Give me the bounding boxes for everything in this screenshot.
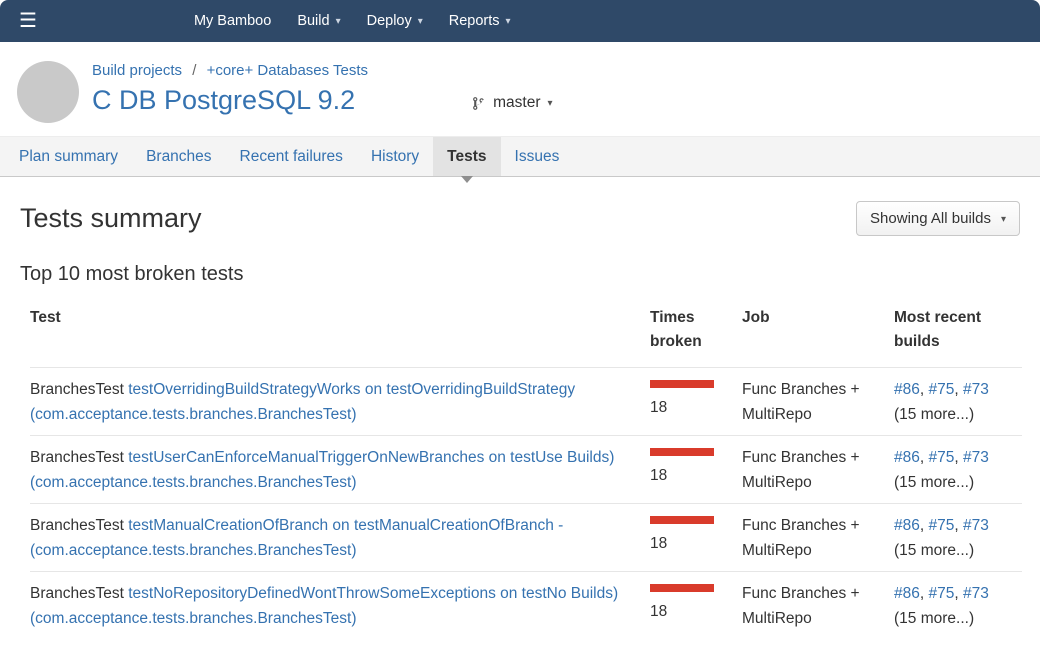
column-header-times-broken: Times broken <box>650 296 742 368</box>
breadcrumb-project-link[interactable]: Build projects <box>92 62 182 79</box>
job-name: Func Branches + MultiRepo <box>742 381 860 423</box>
broken-tests-subheading: Top 10 most broken tests <box>20 263 1020 286</box>
times-broken-count: 18 <box>650 603 667 620</box>
build-link[interactable]: #86 <box>894 585 920 602</box>
branch-name: master <box>493 94 540 112</box>
build-link[interactable]: #75 <box>929 381 955 398</box>
separator: , <box>954 585 963 602</box>
tab-recent-failures[interactable]: Recent failures <box>226 137 357 176</box>
breadcrumb-plan-link[interactable]: +core+ Databases Tests <box>207 62 368 79</box>
tab-label: Plan summary <box>19 148 118 166</box>
more-builds-link[interactable]: (15 more...) <box>894 606 1010 631</box>
job-name: Func Branches + MultiRepo <box>742 585 860 627</box>
times-broken-bar <box>650 584 714 592</box>
tab-history[interactable]: History <box>357 137 433 176</box>
nav-item-build[interactable]: Build ▾ <box>284 0 353 42</box>
separator: , <box>954 517 963 534</box>
tab-label: Recent failures <box>240 148 343 166</box>
main-content: Tests summary Showing All builds ▾ Top 1… <box>0 201 1040 639</box>
broken-tests-table: Test Times broken Job Most recent builds… <box>30 296 1022 639</box>
build-link[interactable]: #86 <box>894 381 920 398</box>
chevron-down-icon: ▾ <box>1001 215 1006 225</box>
build-link[interactable]: #73 <box>963 585 989 602</box>
plan-header-text: Build projects / +core+ Databases Tests … <box>92 61 553 123</box>
tab-label: History <box>371 148 419 166</box>
nav-item-deploy[interactable]: Deploy ▾ <box>354 0 436 42</box>
column-header-most-recent-builds: Most recent builds <box>894 296 1022 368</box>
separator: , <box>920 381 929 398</box>
nav-item-reports[interactable]: Reports ▾ <box>436 0 524 42</box>
chevron-down-icon: ▾ <box>506 17 511 27</box>
times-broken-bar <box>650 448 714 456</box>
build-link[interactable]: #86 <box>894 449 920 466</box>
tab-label: Tests <box>447 148 486 166</box>
tab-plan-summary[interactable]: Plan summary <box>5 137 132 176</box>
tab-tests[interactable]: Tests <box>433 137 500 176</box>
branch-selector[interactable]: master ▾ <box>473 94 552 112</box>
job-name: Func Branches + MultiRepo <box>742 517 860 559</box>
build-link[interactable]: #75 <box>929 585 955 602</box>
build-link[interactable]: #73 <box>963 449 989 466</box>
build-link[interactable]: #73 <box>963 517 989 534</box>
tab-label: Branches <box>146 148 211 166</box>
git-branch-icon <box>473 95 486 112</box>
breadcrumb: Build projects / +core+ Databases Tests <box>92 62 553 79</box>
table-header-row: Test Times broken Job Most recent builds <box>30 296 1022 368</box>
separator: , <box>954 381 963 398</box>
breadcrumb-separator: / <box>192 62 196 79</box>
summary-header-row: Tests summary Showing All builds ▾ <box>20 201 1020 236</box>
job-name: Func Branches + MultiRepo <box>742 449 860 491</box>
times-broken-bar <box>650 380 714 388</box>
plan-avatar <box>17 61 79 123</box>
build-link[interactable]: #75 <box>929 449 955 466</box>
tab-branches[interactable]: Branches <box>132 137 225 176</box>
column-header-job: Job <box>742 296 894 368</box>
chevron-down-icon: ▾ <box>418 17 423 27</box>
bamboo-page: ☰ My Bamboo Build ▾ Deploy ▾ Reports ▾ B… <box>0 0 1040 648</box>
plan-header: Build projects / +core+ Databases Tests … <box>0 42 1040 136</box>
separator: , <box>920 449 929 466</box>
plan-tabbar: Plan summary Branches Recent failures Hi… <box>0 136 1040 177</box>
nav-item-my-bamboo[interactable]: My Bamboo <box>181 0 284 42</box>
chevron-down-icon: ▾ <box>336 17 341 27</box>
nav-item-label: My Bamboo <box>194 13 271 29</box>
builds-filter-dropdown[interactable]: Showing All builds ▾ <box>856 201 1020 236</box>
builds-filter-label: Showing All builds <box>870 210 991 227</box>
table-row: BranchesTest testOverridingBuildStrategy… <box>30 368 1022 436</box>
hamburger-menu-icon[interactable]: ☰ <box>19 11 37 31</box>
chevron-down-icon: ▾ <box>548 99 553 109</box>
table-row: BranchesTest testManualCreationOfBranch … <box>30 504 1022 572</box>
times-broken-count: 18 <box>650 535 667 552</box>
test-class-prefix: BranchesTest <box>30 449 124 466</box>
table-row: BranchesTest testUserCanEnforceManualTri… <box>30 436 1022 504</box>
separator: , <box>920 585 929 602</box>
test-class-prefix: BranchesTest <box>30 585 124 602</box>
top-navigation: ☰ My Bamboo Build ▾ Deploy ▾ Reports ▾ <box>0 0 1040 42</box>
page-heading: Tests summary <box>20 203 202 234</box>
build-link[interactable]: #86 <box>894 517 920 534</box>
more-builds-link[interactable]: (15 more...) <box>894 538 1010 563</box>
more-builds-link[interactable]: (15 more...) <box>894 402 1010 427</box>
separator: , <box>920 517 929 534</box>
nav-item-label: Build <box>297 13 329 29</box>
times-broken-count: 18 <box>650 467 667 484</box>
test-class-prefix: BranchesTest <box>30 381 124 398</box>
table-row: BranchesTest testNoRepositoryDefinedWont… <box>30 572 1022 640</box>
build-link[interactable]: #75 <box>929 517 955 534</box>
tab-issues[interactable]: Issues <box>501 137 574 176</box>
build-link[interactable]: #73 <box>963 381 989 398</box>
column-header-test: Test <box>30 296 650 368</box>
title-row: C DB PostgreSQL 9.2 master ▾ <box>92 84 553 116</box>
tab-label: Issues <box>515 148 560 166</box>
more-builds-link[interactable]: (15 more...) <box>894 470 1010 495</box>
times-broken-count: 18 <box>650 399 667 416</box>
page-title: C DB PostgreSQL 9.2 <box>92 84 355 116</box>
test-class-prefix: BranchesTest <box>30 517 124 534</box>
separator: , <box>954 449 963 466</box>
nav-menu: My Bamboo Build ▾ Deploy ▾ Reports ▾ <box>181 0 524 42</box>
times-broken-bar <box>650 516 714 524</box>
nav-item-label: Deploy <box>367 13 412 29</box>
nav-item-label: Reports <box>449 13 500 29</box>
